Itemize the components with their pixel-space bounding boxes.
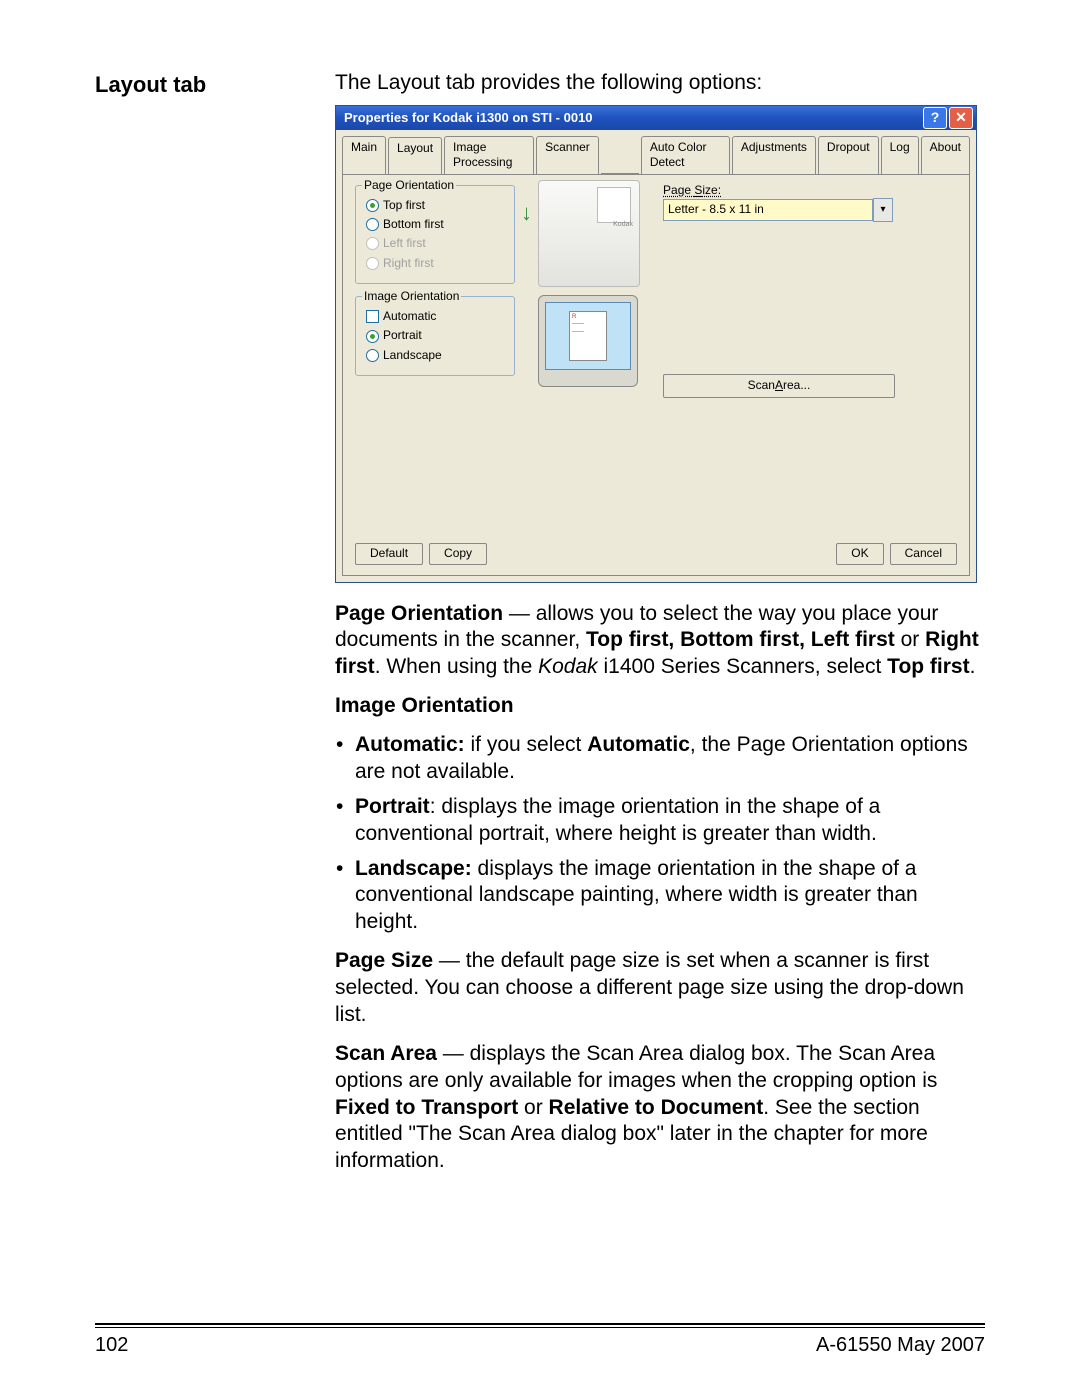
radio-icon: [366, 237, 379, 250]
option-portrait[interactable]: Portrait: [366, 328, 506, 343]
radio-icon: [366, 218, 379, 231]
page-orientation-group: Page Orientation Top first Bottom first …: [355, 185, 515, 284]
left-panel: Page Orientation Top first Bottom first …: [355, 185, 515, 389]
default-button[interactable]: Default: [355, 543, 423, 564]
option-automatic[interactable]: Automatic: [366, 309, 506, 324]
option-left-first: Left first: [366, 236, 506, 251]
chevron-down-icon[interactable]: ▾: [873, 198, 893, 222]
help-button[interactable]: ?: [923, 107, 947, 129]
paper-icon: [597, 187, 631, 223]
option-bottom-first[interactable]: Bottom first: [366, 217, 506, 232]
dialog-title: Properties for Kodak i1300 on STI - 0010: [344, 110, 921, 127]
tab-scanner[interactable]: Scanner: [536, 136, 599, 174]
tab-main[interactable]: Main: [342, 136, 386, 174]
scan-area-button[interactable]: Scan Area...: [663, 374, 895, 398]
option-landscape[interactable]: Landscape: [366, 348, 506, 363]
tab-about[interactable]: About: [921, 136, 970, 174]
option-right-first: Right first: [366, 256, 506, 271]
option-label: Portrait: [383, 328, 422, 343]
tab-strip: Main Layout Image Processing Scanner Aut…: [336, 130, 976, 174]
page-size-dropdown[interactable]: Letter - 8.5 x 11 in ▾: [663, 200, 893, 220]
para-scan-area: Scan Area — displays the Scan Area dialo…: [335, 1041, 985, 1175]
option-top-first[interactable]: Top first: [366, 198, 506, 213]
monitor-illustration: R————: [538, 295, 638, 387]
term: Page Orientation: [335, 602, 503, 625]
checkbox-icon: [366, 310, 379, 323]
para-page-orientation: Page Orientation — allows you to select …: [335, 601, 985, 682]
bullet-landscape: Landscape: displays the image orientatio…: [355, 856, 985, 937]
page-size-label: Page Size:: [663, 183, 957, 198]
page: Layout tab The Layout tab provides the f…: [0, 0, 1080, 1397]
tab-log[interactable]: Log: [881, 136, 919, 174]
cancel-button[interactable]: Cancel: [890, 543, 957, 564]
tab-auto-color-detect[interactable]: Auto Color Detect: [641, 136, 730, 174]
bullet-automatic: Automatic: if you select Automatic, the …: [355, 732, 985, 786]
option-label: Landscape: [383, 348, 442, 363]
section-heading: Layout tab: [95, 70, 305, 98]
group-label: Image Orientation: [362, 289, 461, 304]
image-orientation-group: Image Orientation Automatic Portrait Lan…: [355, 296, 515, 376]
section: Layout tab The Layout tab provides the f…: [95, 70, 985, 1187]
scanner-illustration: ↓: [538, 180, 640, 287]
document-preview-icon: R————: [569, 311, 607, 361]
page-number: 102: [95, 1334, 128, 1357]
dialog-buttons: Default Copy OK Cancel: [355, 543, 957, 564]
tab-image-processing[interactable]: Image Processing: [444, 136, 534, 174]
footer: 102 A-61550 May 2007: [95, 1323, 985, 1357]
footer-rule: [95, 1323, 985, 1328]
radio-icon: [366, 349, 379, 362]
tab-dropout[interactable]: Dropout: [818, 136, 879, 174]
close-button[interactable]: ✕: [949, 107, 973, 129]
radio-icon: [366, 199, 379, 212]
ok-button[interactable]: OK: [836, 543, 883, 564]
option-label: Top first: [383, 198, 425, 213]
option-label: Left first: [383, 236, 426, 251]
intro-text: The Layout tab provides the following op…: [335, 70, 985, 97]
copy-button[interactable]: Copy: [429, 543, 487, 564]
bullet-portrait: Portrait: displays the image orientation…: [355, 794, 985, 848]
option-label: Automatic: [383, 309, 436, 324]
option-label: Bottom first: [383, 217, 444, 232]
titlebar: Properties for Kodak i1300 on STI - 0010…: [336, 106, 976, 130]
radio-icon: [366, 330, 379, 343]
section-body: The Layout tab provides the following op…: [335, 70, 985, 1187]
para-page-size: Page Size — the default page size is set…: [335, 948, 985, 1029]
dropdown-value: Letter - 8.5 x 11 in: [663, 199, 873, 221]
feed-arrow-icon: ↓: [521, 199, 532, 227]
monitor-screen: R————: [545, 302, 631, 370]
bullet-list: Automatic: if you select Automatic, the …: [335, 732, 985, 936]
doc-id: A-61550 May 2007: [816, 1334, 985, 1357]
properties-dialog: Properties for Kodak i1300 on STI - 0010…: [335, 105, 977, 583]
group-label: Page Orientation: [362, 178, 456, 193]
right-panel: Page Size: Letter - 8.5 x 11 in ▾ Scan A…: [663, 183, 957, 398]
tab-panel: Page Orientation Top first Bottom first …: [342, 174, 970, 576]
subheading-image-orientation: Image Orientation: [335, 693, 985, 720]
preview-area: ↓ R————: [538, 180, 653, 387]
radio-icon: [366, 257, 379, 270]
tab-layout[interactable]: Layout: [388, 137, 442, 175]
tab-adjustments[interactable]: Adjustments: [732, 136, 816, 174]
option-label: Right first: [383, 256, 434, 271]
